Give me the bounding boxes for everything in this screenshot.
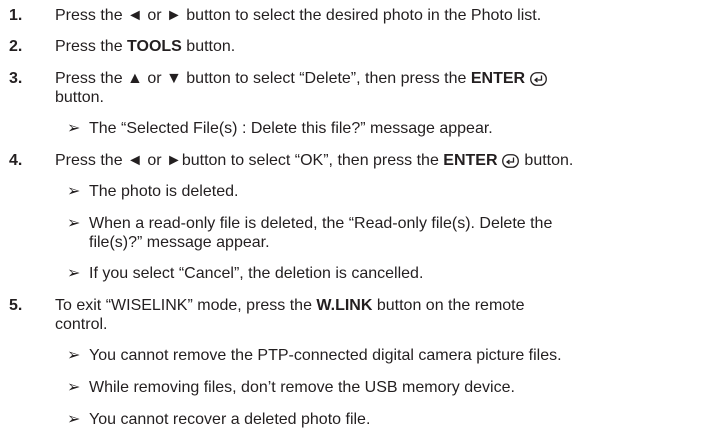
enter-button-label: ENTER <box>443 152 498 169</box>
step-text: To exit “WISELINK” mode, press the W.LIN… <box>55 297 525 314</box>
enter-button-label: ENTER <box>470 70 526 87</box>
step-text: Press the ◄ or ► button to select the de… <box>55 7 542 24</box>
note-arrow-icon: ➢ <box>67 183 81 200</box>
note-arrow-icon: ➢ <box>67 120 81 137</box>
step-number: 3. <box>9 70 23 87</box>
note-arrow-icon: ➢ <box>67 379 81 396</box>
step-text: Press the ◄ or ►button to select “OK”, t… <box>55 152 574 169</box>
note-arrow-icon: ➢ <box>67 347 81 364</box>
enter-icon <box>502 154 520 168</box>
tools-button-label: TOOLS <box>127 38 182 55</box>
wlink-button-label: W.LINK <box>316 297 373 314</box>
step-number: 1. <box>9 7 23 24</box>
step-number: 2. <box>9 38 23 55</box>
enter-icon <box>529 72 548 86</box>
step-number: 4. <box>9 152 23 169</box>
note-arrow-icon: ➢ <box>67 265 81 282</box>
step-number: 5. <box>9 297 23 314</box>
note-arrow-icon: ➢ <box>67 411 81 428</box>
step-text: Press the TOOLS button. <box>55 38 236 55</box>
note-arrow-icon: ➢ <box>67 215 81 232</box>
step-text: Press the ▲ or ▼ button to select “Delet… <box>55 69 548 88</box>
instruction-document: 1. Press the ◄ or ► button to select the… <box>9 7 574 428</box>
